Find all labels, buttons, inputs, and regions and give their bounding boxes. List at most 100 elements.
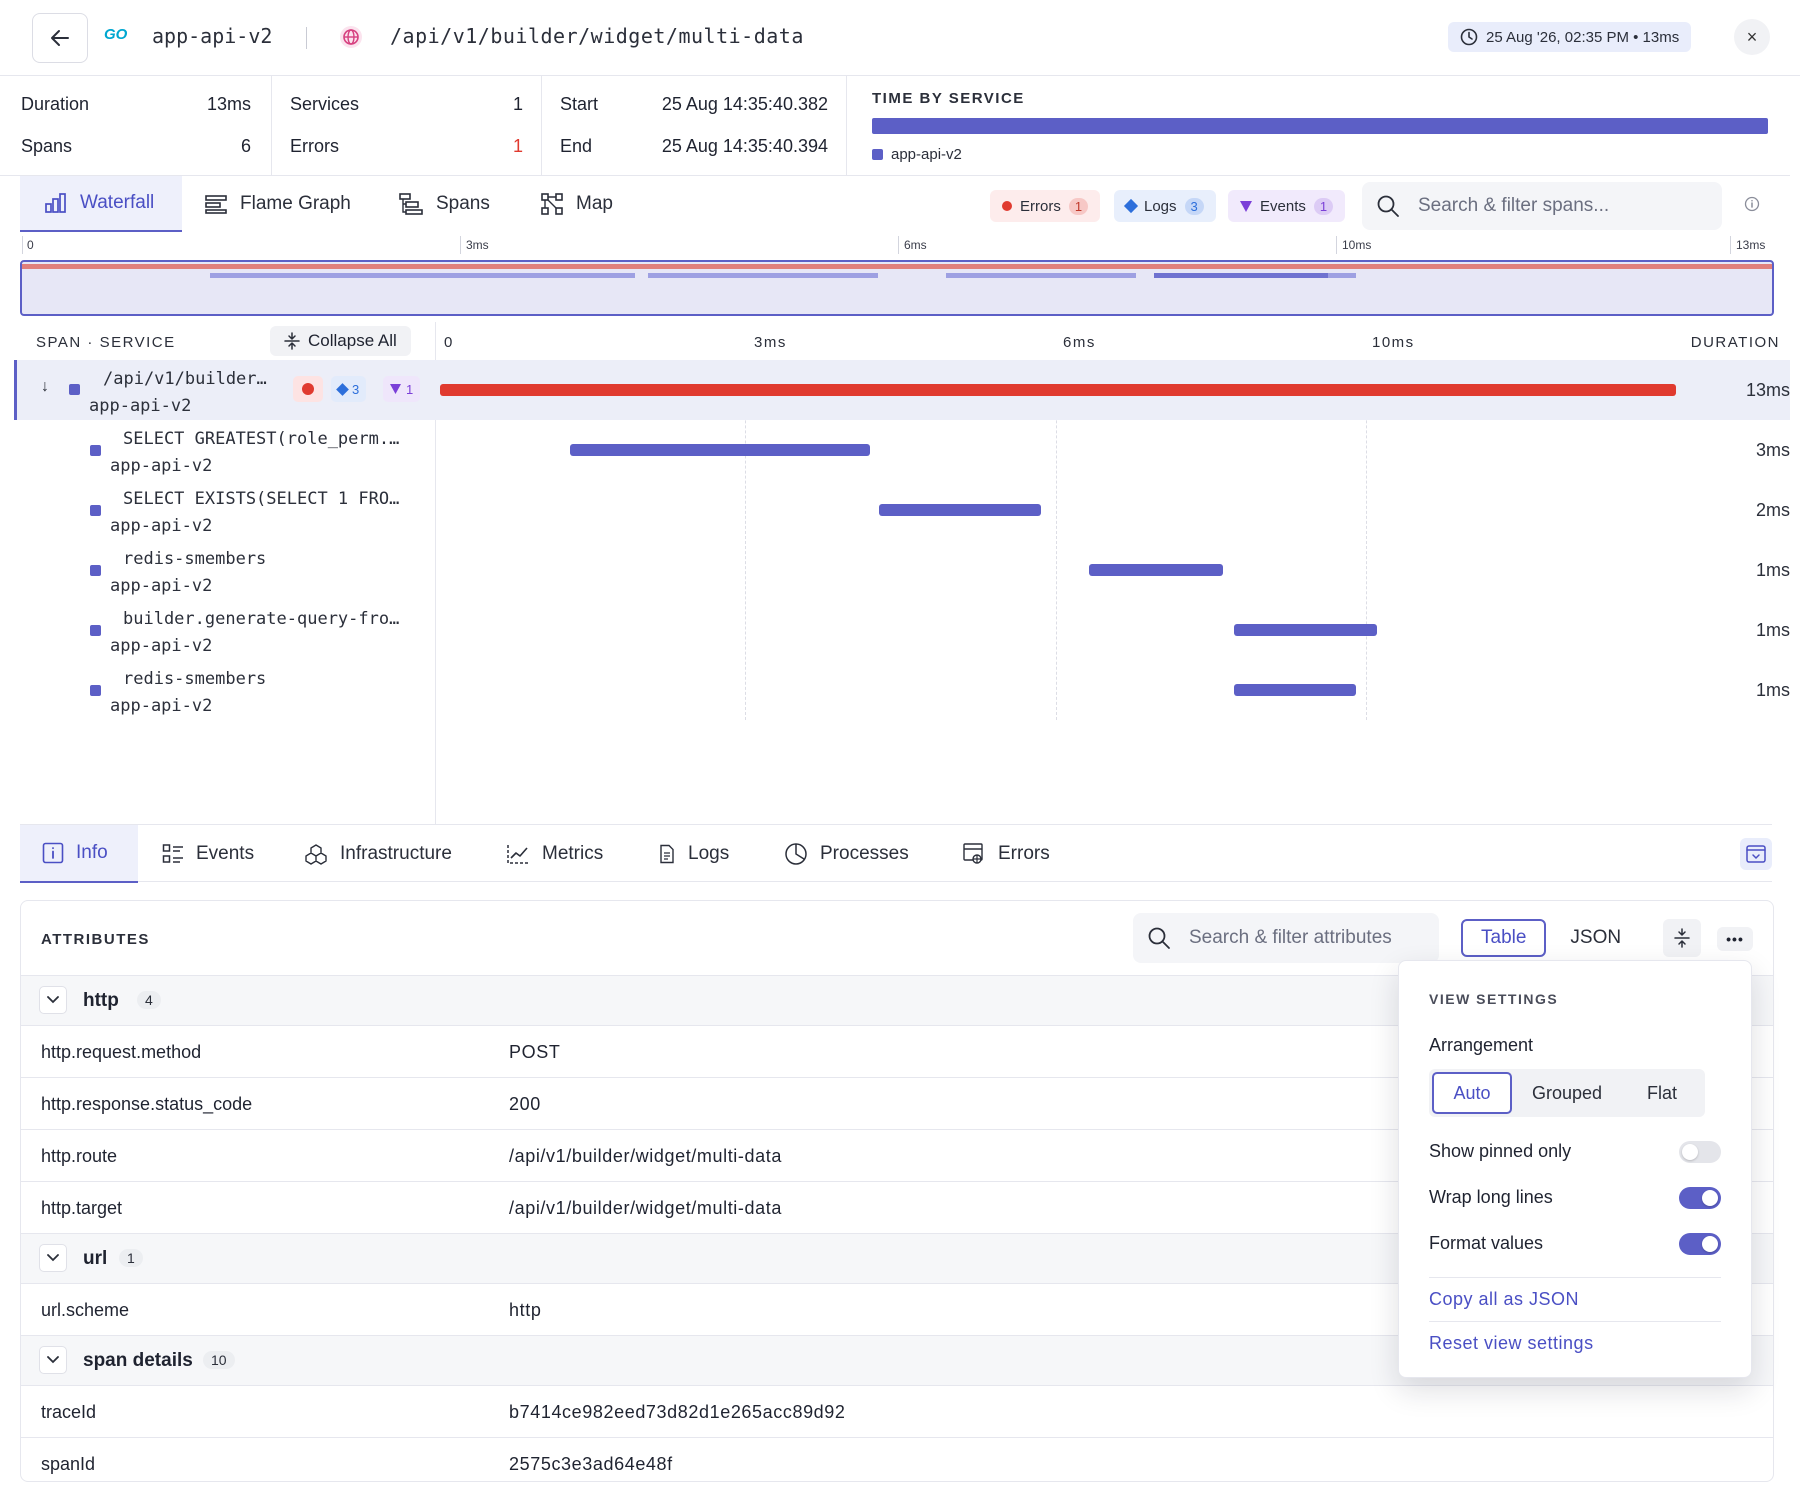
- show-pinned-label: Show pinned only: [1429, 1141, 1572, 1161]
- tab-infrastructure[interactable]: Infrastructure: [304, 825, 452, 883]
- errors-label: Errors: [290, 136, 339, 156]
- service-color-swatch: [90, 505, 101, 516]
- span-bar[interactable]: [1234, 684, 1356, 696]
- back-button[interactable]: [32, 13, 88, 63]
- chevron-down-icon[interactable]: [39, 986, 67, 1014]
- tab-label: Errors: [998, 843, 1050, 864]
- tab-metrics[interactable]: Metrics: [506, 825, 603, 883]
- service-color-swatch: [90, 445, 101, 456]
- popover-divider: [1429, 1321, 1721, 1322]
- span-bar[interactable]: [1234, 624, 1377, 636]
- stat-group-duration: Duration 13ms Spans 6: [0, 76, 272, 176]
- span-row[interactable]: redis-smembers app-api-v2 1ms: [14, 540, 1790, 600]
- service-name: app-api-v2: [152, 24, 273, 48]
- tab-waterfall[interactable]: Waterfall: [20, 176, 182, 232]
- span-search-input[interactable]: Search & filter spans...: [1362, 182, 1722, 230]
- tab-map[interactable]: Map: [540, 176, 613, 232]
- copy-json-link[interactable]: Copy all as JSON: [1429, 1289, 1579, 1310]
- tab-spans[interactable]: Spans: [398, 176, 490, 232]
- document-icon: [660, 844, 674, 864]
- span-bar[interactable]: [1089, 564, 1223, 576]
- attribute-row[interactable]: spanId 2575c3e3ad64e48f: [21, 1437, 1773, 1481]
- errors-filter-pill[interactable]: Errors 1: [990, 190, 1101, 222]
- tab-errors[interactable]: Errors: [962, 825, 1050, 883]
- timeline-tick-label: 0: [444, 334, 454, 351]
- more-options-button[interactable]: •••: [1717, 927, 1753, 951]
- info-icon[interactable]: [1744, 196, 1760, 212]
- arrangement-grouped[interactable]: Grouped: [1512, 1072, 1622, 1114]
- attribute-key: http.response.status_code: [41, 1094, 253, 1114]
- show-pinned-toggle[interactable]: [1679, 1141, 1721, 1163]
- span-name: SELECT EXISTS(SELECT 1 FRO…: [123, 489, 400, 509]
- format-values-toggle[interactable]: [1679, 1233, 1721, 1255]
- logs-filter-pill[interactable]: Logs 3: [1114, 190, 1216, 222]
- triangle-down-icon: [1240, 200, 1252, 212]
- span-bar-error[interactable]: [440, 384, 1676, 396]
- minimap-tick-label: 13ms: [1736, 238, 1766, 252]
- stat-group-timing: Start 25 Aug 14:35:40.382 End 25 Aug 14:…: [542, 76, 847, 176]
- panel-toggle-button[interactable]: [1740, 838, 1772, 870]
- wrap-lines-toggle[interactable]: [1679, 1187, 1721, 1209]
- tab-label: Info: [76, 842, 108, 863]
- group-name: url: [83, 1248, 108, 1269]
- service-color-swatch: [90, 565, 101, 576]
- reset-view-link[interactable]: Reset view settings: [1429, 1333, 1594, 1354]
- tab-logs[interactable]: Logs: [658, 825, 729, 883]
- minimap-span: [946, 273, 1136, 278]
- attribute-search-placeholder: Search & filter attributes: [1189, 927, 1392, 948]
- time-by-service-title: TIME BY SERVICE: [872, 90, 1025, 107]
- attribute-search-input[interactable]: Search & filter attributes: [1133, 913, 1439, 963]
- span-row-root[interactable]: ↓ /api/v1/builder… app-api-v2 3 1 13ms: [14, 360, 1790, 420]
- trace-minimap[interactable]: [20, 260, 1774, 316]
- spans-icon: [399, 193, 423, 215]
- arrangement-label: Arrangement: [1429, 1035, 1534, 1055]
- attribute-value: http: [509, 1300, 542, 1320]
- duration-label: Duration: [21, 94, 90, 114]
- tab-processes[interactable]: Processes: [784, 825, 909, 883]
- tab-flame-graph[interactable]: Flame Graph: [204, 176, 351, 232]
- chevron-down-icon[interactable]: [39, 1346, 67, 1374]
- events-filter-pill[interactable]: Events 1: [1228, 190, 1346, 222]
- arrangement-flat[interactable]: Flat: [1622, 1072, 1702, 1114]
- errors-filter-count: 1: [1068, 197, 1089, 215]
- view-tabs: Waterfall Flame Graph Spans Map Errors 1…: [0, 176, 1790, 232]
- timeline-tick-label: 3ms: [754, 334, 787, 351]
- chevron-down-icon[interactable]: [39, 1244, 67, 1272]
- close-button[interactable]: ×: [1734, 19, 1770, 55]
- group-count: 10: [203, 1351, 235, 1369]
- trace-time-chip: 25 Aug '26, 02:35 PM • 13ms: [1448, 22, 1692, 52]
- span-row[interactable]: SELECT EXISTS(SELECT 1 FRO… app-api-v2 2…: [14, 480, 1790, 540]
- attribute-value: /api/v1/builder/widget/multi-data: [509, 1146, 782, 1166]
- endpoint-path: /api/v1/builder/widget/multi-data: [390, 24, 804, 48]
- expand-arrow-icon[interactable]: ↓: [41, 378, 49, 396]
- map-icon: [541, 193, 563, 215]
- trace-time-text: 25 Aug '26, 02:35 PM • 13ms: [1486, 28, 1680, 46]
- json-view-button[interactable]: JSON: [1552, 919, 1639, 957]
- minimap-axis: 0 3ms 6ms 10ms 13ms: [22, 236, 1774, 256]
- span-bar[interactable]: [879, 504, 1041, 516]
- go-logo-icon: GO: [104, 26, 128, 43]
- span-name: redis-smembers: [123, 549, 267, 569]
- arrangement-auto[interactable]: Auto: [1432, 1072, 1512, 1114]
- span-table-header: SPAN · SERVICE Collapse All 0 3ms 6ms 10…: [0, 322, 1790, 360]
- tab-events[interactable]: Events: [162, 825, 254, 883]
- span-row[interactable]: redis-smembers app-api-v2 1ms: [14, 660, 1790, 720]
- clock-icon: [1460, 28, 1478, 46]
- collapse-all-button[interactable]: Collapse All: [270, 326, 411, 356]
- span-service: app-api-v2: [110, 456, 213, 476]
- time-by-service-bar: [872, 118, 1768, 134]
- errors-value: 1: [512, 136, 523, 156]
- flame-graph-icon: [205, 195, 227, 214]
- attribute-row[interactable]: traceId b7414ce982eed73d82d1e265acc89d92: [21, 1385, 1773, 1437]
- minimap-tick-label: 10ms: [1342, 238, 1372, 252]
- expand-collapse-button[interactable]: [1663, 919, 1701, 957]
- attribute-key: spanId: [41, 1454, 96, 1474]
- error-badge: [293, 376, 323, 402]
- end-value: 25 Aug 14:35:40.394: [661, 136, 828, 156]
- span-row[interactable]: builder.generate-query-fro… app-api-v2 1…: [14, 600, 1790, 660]
- span-bar[interactable]: [570, 444, 870, 456]
- tab-info[interactable]: Info: [20, 825, 138, 883]
- toggle-knob: [1702, 1190, 1718, 1206]
- span-row[interactable]: SELECT GREATEST(role_perm.… app-api-v2 3…: [14, 420, 1790, 480]
- table-view-button[interactable]: Table: [1461, 919, 1547, 957]
